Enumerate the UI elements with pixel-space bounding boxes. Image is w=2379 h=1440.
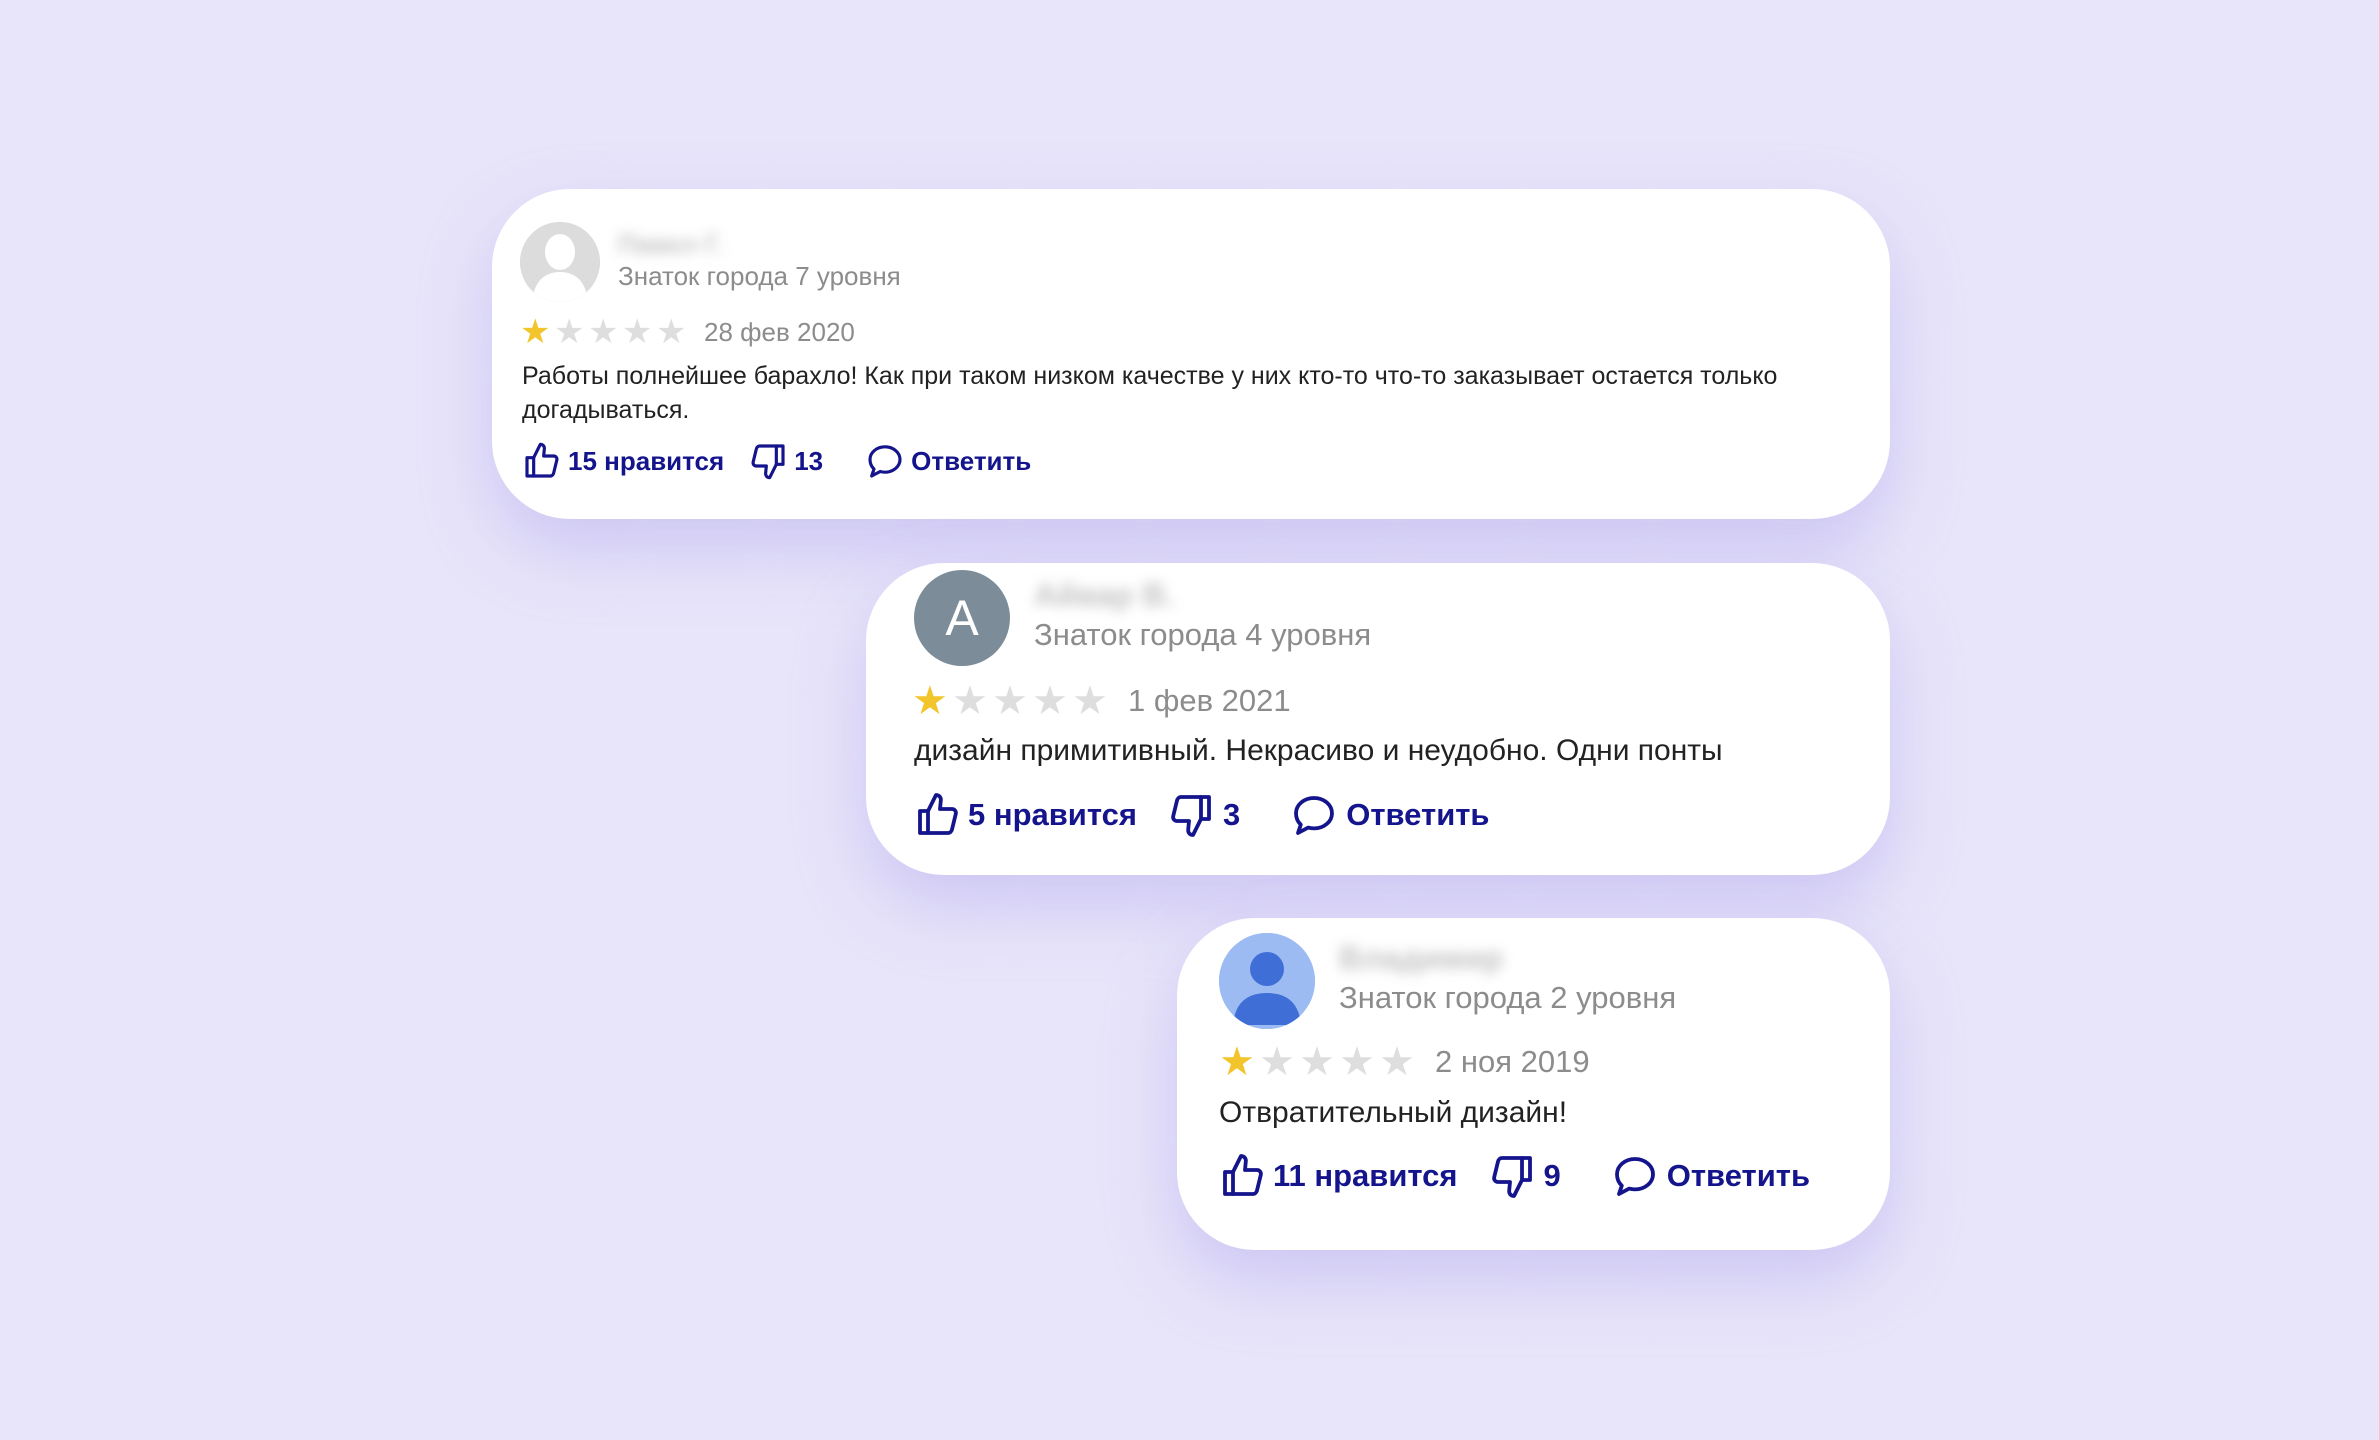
reply-button[interactable]: Ответить bbox=[865, 441, 1031, 481]
user-silhouette-icon[interactable] bbox=[520, 222, 600, 302]
star-empty-icon: ★ bbox=[1299, 1040, 1335, 1084]
like-button[interactable]: 5 нравится bbox=[914, 791, 1137, 839]
star-empty-icon: ★ bbox=[1032, 679, 1068, 723]
dislike-button[interactable]: 3 bbox=[1167, 791, 1240, 839]
dislike-button[interactable]: 13 bbox=[748, 441, 823, 481]
like-button[interactable]: 11 нравится bbox=[1219, 1152, 1458, 1200]
review-text: Отвратительный дизайн! bbox=[1219, 1096, 1568, 1129]
comment-bubble-icon bbox=[1294, 796, 1335, 835]
star-rating: ★ ★ ★ ★ ★ bbox=[912, 681, 1112, 721]
dislikes-count: 13 bbox=[794, 445, 824, 476]
likes-count: 11 нравится bbox=[1273, 1158, 1458, 1193]
rating-row: ★ ★ ★ ★ ★ 28 фев 2020 bbox=[520, 315, 855, 349]
star-filled-icon: ★ bbox=[520, 313, 551, 351]
review-actions: 15 нравится 13 Ответить bbox=[522, 441, 1031, 481]
star-empty-icon: ★ bbox=[622, 313, 653, 351]
thumbs-up-icon bbox=[1223, 1154, 1263, 1196]
review-header: А Айвар В. Знаток города 4 уровня bbox=[914, 570, 1371, 666]
avatar-letter[interactable]: А bbox=[914, 570, 1010, 666]
star-empty-icon: ★ bbox=[554, 313, 585, 351]
reply-label: Ответить bbox=[1346, 797, 1490, 832]
star-filled-icon: ★ bbox=[912, 679, 948, 723]
like-button[interactable]: 15 нравится bbox=[522, 441, 724, 481]
rating-row: ★ ★ ★ ★ ★ 1 фев 2021 bbox=[912, 681, 1291, 721]
dislikes-count: 3 bbox=[1222, 797, 1241, 832]
review-header: Владимир Знаток города 2 уровня bbox=[1219, 933, 1676, 1029]
review-actions: 11 нравится 9 Ответить bbox=[1219, 1152, 1810, 1200]
review-text: дизайн примитивный. Некрасиво и неудобно… bbox=[914, 734, 1723, 767]
star-empty-icon: ★ bbox=[1339, 1040, 1375, 1084]
author-name-blurred[interactable]: Айвар В. bbox=[1034, 577, 1371, 617]
thumbs-down-icon bbox=[1171, 795, 1211, 837]
reply-button[interactable]: Ответить bbox=[1611, 1152, 1810, 1200]
thumbs-up-icon bbox=[918, 793, 958, 835]
author-name-blurred[interactable]: Павел Г. bbox=[618, 229, 901, 261]
review-text: Работы полнейшее барахло! Как при таком … bbox=[522, 362, 1778, 424]
review-actions: 5 нравится 3 Ответить bbox=[914, 791, 1490, 839]
review-date: 28 фев 2020 bbox=[704, 316, 855, 347]
reply-label: Ответить bbox=[1666, 1158, 1811, 1193]
reply-label: Ответить bbox=[911, 445, 1032, 476]
likes-count: 15 нравится bbox=[568, 445, 725, 476]
review-card: Павел Г. Знаток города 7 уровня ★ ★ ★ ★ … bbox=[492, 189, 1890, 519]
comment-bubble-icon bbox=[868, 445, 902, 478]
dislike-button[interactable]: 9 bbox=[1488, 1152, 1561, 1200]
default-person-icon[interactable] bbox=[1219, 933, 1315, 1029]
rating-row: ★ ★ ★ ★ ★ 2 ноя 2019 bbox=[1219, 1042, 1590, 1082]
author-level: Знаток города 4 уровня bbox=[1034, 617, 1372, 652]
thumbs-down-icon bbox=[751, 444, 785, 480]
reply-button[interactable]: Ответить bbox=[1290, 791, 1490, 839]
star-empty-icon: ★ bbox=[656, 313, 687, 351]
star-filled-icon: ★ bbox=[1219, 1040, 1255, 1084]
author-name-blurred[interactable]: Владимир bbox=[1339, 940, 1676, 980]
thumbs-down-icon bbox=[1491, 1156, 1532, 1198]
star-rating: ★ ★ ★ ★ ★ bbox=[520, 315, 690, 349]
review-card: Владимир Знаток города 2 уровня ★ ★ ★ ★ … bbox=[1177, 918, 1890, 1250]
star-empty-icon: ★ bbox=[1259, 1040, 1295, 1084]
comment-bubble-icon bbox=[1614, 1157, 1655, 1196]
star-empty-icon: ★ bbox=[1072, 679, 1108, 723]
review-date: 2 ноя 2019 bbox=[1435, 1044, 1590, 1079]
likes-count: 5 нравится bbox=[968, 797, 1137, 832]
star-empty-icon: ★ bbox=[952, 679, 988, 723]
star-empty-icon: ★ bbox=[1379, 1040, 1415, 1084]
star-empty-icon: ★ bbox=[588, 313, 619, 351]
thumbs-up-icon bbox=[525, 442, 559, 478]
star-empty-icon: ★ bbox=[992, 679, 1028, 723]
star-rating: ★ ★ ★ ★ ★ bbox=[1219, 1042, 1419, 1082]
review-header: Павел Г. Знаток города 7 уровня bbox=[520, 222, 901, 302]
author-level: Знаток города 2 уровня bbox=[1339, 980, 1677, 1015]
author-level: Знаток города 7 уровня bbox=[618, 260, 901, 291]
review-date: 1 фев 2021 bbox=[1128, 683, 1291, 718]
review-card: А Айвар В. Знаток города 4 уровня ★ ★ ★ … bbox=[866, 563, 1890, 875]
dislikes-count: 9 bbox=[1543, 1158, 1561, 1193]
